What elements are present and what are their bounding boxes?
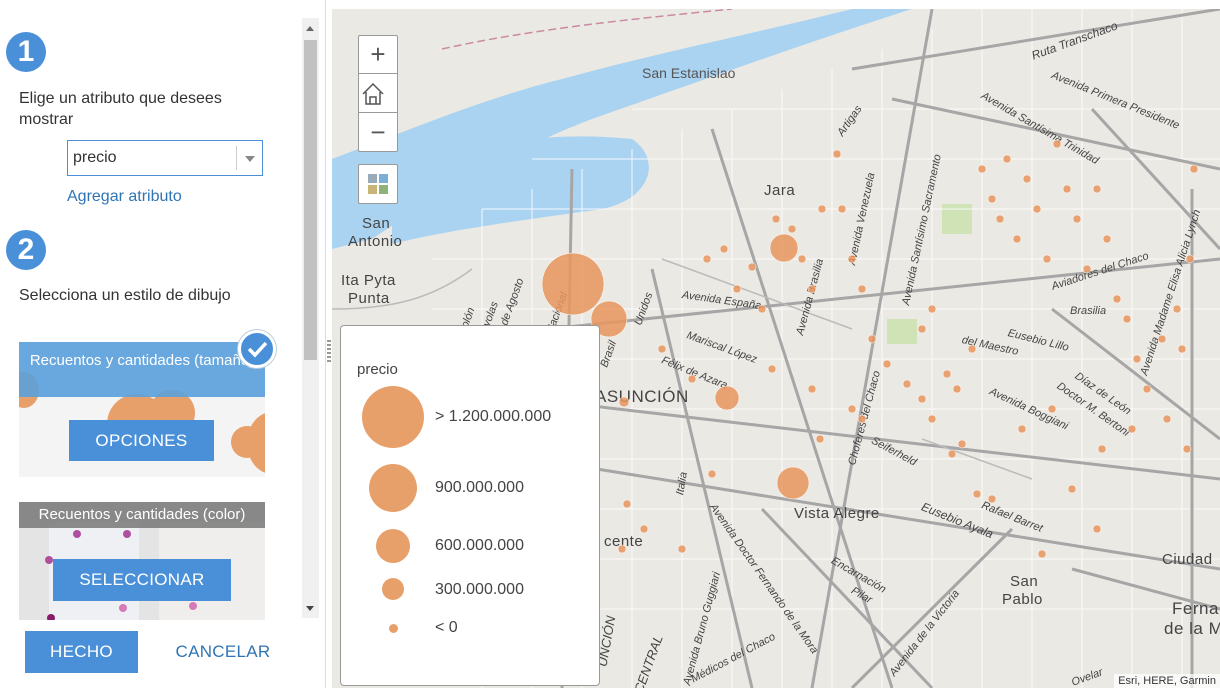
style-card-title: Recuentos y cantidades (tamaño) — [19, 342, 265, 397]
step-2-title: Selecciona un estilo de dibujo — [19, 287, 231, 304]
scrollbar-thumb[interactable] — [304, 40, 317, 360]
preview-symbol — [45, 556, 53, 564]
place-label: San — [1010, 573, 1039, 590]
legend-title: precio — [357, 361, 398, 378]
place-label: Ferna — [1172, 599, 1219, 618]
step-1-badge: 1 — [6, 32, 46, 72]
place-label: de la M — [1164, 619, 1220, 638]
preview-symbol — [123, 530, 131, 538]
zoom-out-button[interactable]: − — [359, 114, 397, 152]
attribute-select-value: precio — [73, 149, 117, 166]
map-legend: precio > 1.200.000.000 900.000.000 600.0… — [340, 325, 600, 686]
home-button[interactable] — [359, 75, 397, 113]
done-button[interactable]: HECHO — [25, 631, 138, 673]
style-panel: 1 Elige un atributo que desees mostrar p… — [0, 0, 326, 688]
style-card-color[interactable]: Recuentos y cantidades (color) SELECCION… — [19, 502, 265, 620]
home-icon — [362, 82, 384, 105]
place-label: Punta — [348, 290, 390, 307]
preview-symbol — [247, 412, 265, 474]
resize-handle[interactable] — [327, 340, 331, 364]
legend-label: 600.000.000 — [435, 537, 524, 554]
zoom-in-button[interactable]: + — [359, 36, 397, 74]
legend-label: > 1.200.000.000 — [435, 408, 552, 425]
place-label: Pablo — [1002, 591, 1043, 608]
legend-label: 300.000.000 — [435, 581, 524, 598]
legend-symbol — [382, 578, 404, 600]
basemap-gallery-button[interactable] — [358, 164, 398, 204]
options-button[interactable]: OPCIONES — [69, 420, 214, 461]
step-2-badge: 2 — [6, 230, 46, 270]
legend-symbol — [369, 464, 417, 512]
legend-label: < 0 — [435, 619, 458, 636]
place-label: San — [362, 215, 391, 232]
legend-symbol — [389, 624, 398, 633]
street-label: Brasilia — [1070, 305, 1107, 317]
zoom-controls: + − — [358, 35, 398, 152]
style-card-title: Recuentos y cantidades (color) — [19, 502, 265, 528]
place-label: ASUNCIÓN — [595, 387, 689, 406]
place-label: cente — [604, 533, 644, 550]
step-1-title: Elige un atributo que desees mostrar — [19, 90, 222, 128]
place-label: Antonio — [348, 233, 403, 250]
place-label: Vista Alegre — [794, 505, 880, 522]
legend-symbol — [362, 386, 424, 448]
place-label: Ita Pyta — [341, 272, 396, 289]
preview-symbol — [119, 604, 127, 612]
basemap-gallery-icon — [368, 174, 388, 194]
place-label: San Estanislao — [642, 65, 736, 81]
style-card-size[interactable]: Recuentos y cantidades (tamaño) OPCIONES — [19, 342, 265, 477]
add-attribute-link[interactable]: Agregar atributo — [67, 188, 182, 206]
place-label: Ciudad — [1162, 551, 1213, 568]
legend-label: 900.000.000 — [435, 479, 524, 496]
scroll-up-icon[interactable] — [306, 26, 314, 31]
place-label: Jara — [764, 182, 796, 199]
legend-symbol — [376, 529, 410, 563]
preview-symbol — [73, 530, 81, 538]
preview-symbol — [47, 614, 55, 620]
attribute-select[interactable]: precio — [67, 140, 263, 176]
select-button[interactable]: SELECCIONAR — [53, 559, 231, 601]
panel-content: 1 Elige un atributo que desees mostrar p… — [0, 8, 300, 620]
checkmark-icon — [238, 330, 276, 368]
cancel-button[interactable]: CANCELAR — [160, 631, 286, 673]
panel-scrollbar[interactable] — [302, 18, 319, 618]
preview-symbol — [189, 602, 197, 610]
map-attribution: Esri, HERE, Garmin — [1114, 674, 1220, 688]
scroll-down-icon[interactable] — [306, 606, 314, 611]
chevron-down-icon[interactable] — [236, 146, 262, 170]
